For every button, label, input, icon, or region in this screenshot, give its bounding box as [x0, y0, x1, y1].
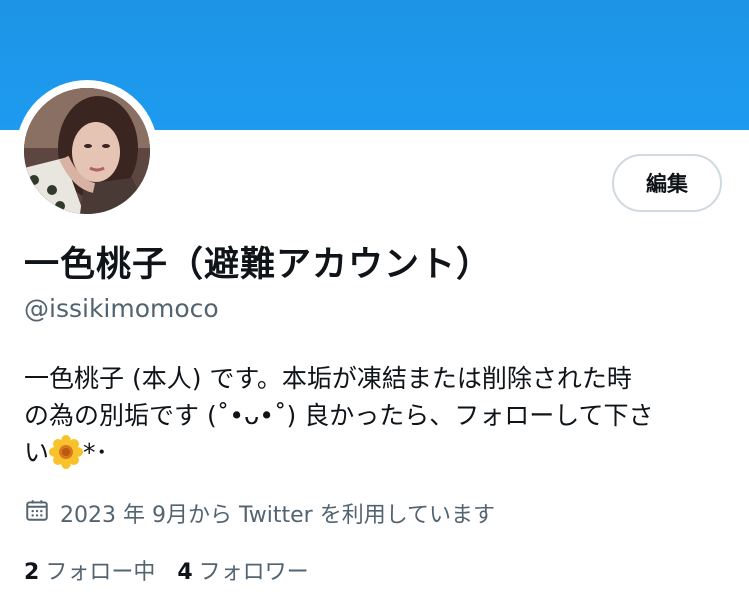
edit-profile-button[interactable]: 編集 [612, 154, 722, 212]
following-link[interactable]: 2 フォロー中 [24, 554, 155, 586]
bio-line-1: 一色桃子 (本人) です。本垢が凍結または削除された時 [24, 364, 632, 393]
bio-line-3: い *･ [24, 434, 729, 471]
following-count: 2 [24, 560, 40, 585]
bio-tail: *･ [83, 438, 109, 467]
followers-link[interactable]: 4 フォロワー [177, 554, 308, 586]
joined-date: 2023 年 9月から Twitter を利用しています [24, 497, 495, 529]
bio-line-2: の為の別垢です (˚•ᴗ•˚) 良かったら、フォローして下さ [24, 401, 654, 430]
bio-line-3-text: い [24, 438, 50, 467]
joined-text: 2023 年 9月から Twitter を利用しています [60, 503, 496, 528]
follow-stats: 2 フォロー中 4 フォロワー [24, 554, 309, 586]
calendar-icon [24, 497, 50, 529]
profile-page: 編集 一色桃子（避難アカウント） @issikimomoco 一色桃子 (本人)… [0, 0, 749, 604]
avatar[interactable] [24, 88, 150, 214]
bio: 一色桃子 (本人) です。本垢が凍結または削除された時 の為の別垢です (˚•ᴗ… [24, 360, 729, 471]
followers-count: 4 [177, 560, 193, 585]
user-handle: @issikimomoco [24, 294, 219, 323]
avatar-frame[interactable] [16, 80, 158, 222]
flower-emoji-icon [49, 435, 84, 469]
following-label: フォロー中 [45, 560, 156, 585]
display-name: 一色桃子（避難アカウント） [24, 245, 493, 285]
avatar-photo [24, 88, 150, 214]
followers-label: フォロワー [198, 560, 309, 585]
